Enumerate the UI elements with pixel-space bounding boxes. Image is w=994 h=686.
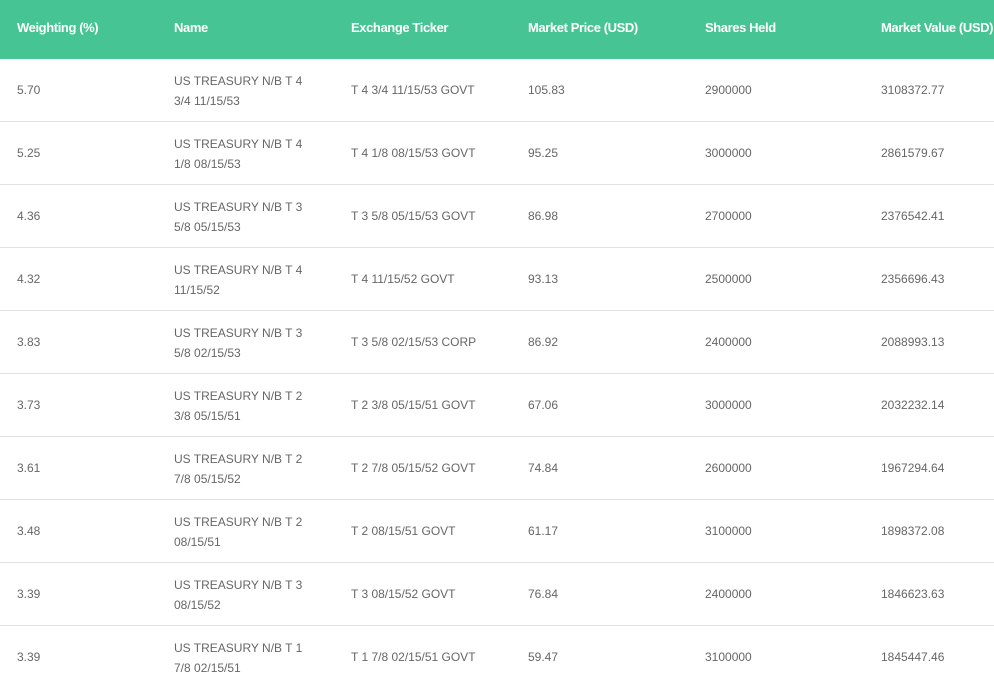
ticker-cell: T 4 1/8 08/15/53 GOVT [351, 146, 476, 160]
weighting-cell: 4.32 [17, 272, 41, 286]
name-line-2: 7/8 02/15/51 [174, 661, 241, 675]
table-row: 3.83 US TREASURY N/B T 3 5/8 02/15/53 T 3 5… [0, 311, 994, 374]
name-cell: US TREASURY N/B T 2 08/15/51 [174, 512, 314, 552]
column-header-market-price[interactable]: Market Price (USD) [528, 0, 638, 59]
table-header: Weighting (%) Name Exchange Ticker Marke… [0, 0, 994, 59]
market-price-cell: 105.83 [528, 83, 565, 97]
name-cell: US TREASURY N/B T 3 08/15/52 [174, 575, 314, 615]
ticker-cell: T 2 3/8 05/15/51 GOVT [351, 398, 476, 412]
shares-held-cell: 3100000 [705, 524, 752, 538]
name-line-1: US TREASURY N/B T 2 [174, 515, 303, 529]
name-line-1: US TREASURY N/B T 3 [174, 578, 303, 592]
name-cell: US TREASURY N/B T 2 3/8 05/15/51 [174, 386, 314, 426]
weighting-cell: 3.39 [17, 587, 41, 601]
ticker-cell: T 4 3/4 11/15/53 GOVT [351, 83, 475, 97]
name-line-1: US TREASURY N/B T 3 [174, 326, 303, 340]
table-body: 5.70 US TREASURY N/B T 4 3/4 11/15/53 T 4 3… [0, 59, 994, 686]
market-value-cell: 1898372.08 [881, 524, 945, 538]
table-row: 3.73 US TREASURY N/B T 2 3/8 05/15/51 T 2 3… [0, 374, 994, 437]
market-price-cell: 86.98 [528, 209, 559, 223]
market-price-cell: 61.17 [528, 524, 559, 538]
shares-held-cell: 2400000 [705, 587, 752, 601]
weighting-cell: 3.39 [17, 650, 41, 664]
holdings-table: Weighting (%) Name Exchange Ticker Marke… [0, 0, 994, 686]
shares-held-cell: 2700000 [705, 209, 752, 223]
weighting-cell: 5.25 [17, 146, 41, 160]
shares-held-cell: 3000000 [705, 398, 752, 412]
weighting-cell: 5.70 [17, 83, 41, 97]
name-line-2: 3/8 05/15/51 [174, 409, 241, 423]
shares-held-cell: 2600000 [705, 461, 752, 475]
weighting-cell: 3.61 [17, 461, 41, 475]
name-cell: US TREASURY N/B T 2 7/8 05/15/52 [174, 449, 314, 489]
market-price-cell: 95.25 [528, 146, 559, 160]
column-header-name[interactable]: Name [174, 0, 208, 59]
name-line-2: 1/8 08/15/53 [174, 157, 241, 171]
table-row: 5.70 US TREASURY N/B T 4 3/4 11/15/53 T 4 3… [0, 59, 994, 122]
shares-held-cell: 3000000 [705, 146, 752, 160]
name-line-1: US TREASURY N/B T 4 [174, 263, 303, 277]
ticker-cell: T 3 08/15/52 GOVT [351, 587, 456, 601]
weighting-cell: 3.73 [17, 398, 41, 412]
name-line-2: 3/4 11/15/53 [174, 94, 240, 108]
market-price-cell: 86.92 [528, 335, 559, 349]
market-value-cell: 2356696.43 [881, 272, 945, 286]
market-value-cell: 2088993.13 [881, 335, 945, 349]
name-line-1: US TREASURY N/B T 3 [174, 200, 303, 214]
ticker-cell: T 1 7/8 02/15/51 GOVT [351, 650, 476, 664]
weighting-cell: 3.48 [17, 524, 41, 538]
name-line-1: US TREASURY N/B T 4 [174, 137, 303, 151]
ticker-cell: T 4 11/15/52 GOVT [351, 272, 455, 286]
name-line-2: 5/8 05/15/53 [174, 220, 241, 234]
table-row: 4.32 US TREASURY N/B T 4 11/15/52 T 4 11/15… [0, 248, 994, 311]
shares-held-cell: 2500000 [705, 272, 752, 286]
column-header-market-value[interactable]: Market Value (USD) [881, 0, 993, 59]
weighting-cell: 3.83 [17, 335, 41, 349]
market-value-cell: 2376542.41 [881, 209, 945, 223]
market-value-cell: 2032232.14 [881, 398, 945, 412]
name-cell: US TREASURY N/B T 4 11/15/52 [174, 260, 314, 300]
name-line-1: US TREASURY N/B T 2 [174, 452, 303, 466]
market-price-cell: 76.84 [528, 587, 559, 601]
name-cell: US TREASURY N/B T 4 3/4 11/15/53 [174, 71, 314, 111]
shares-held-cell: 2400000 [705, 335, 752, 349]
table-row: 3.39 US TREASURY N/B T 1 7/8 02/15/51 T 1 7… [0, 626, 994, 686]
ticker-cell: T 3 5/8 05/15/53 GOVT [351, 209, 476, 223]
name-cell: US TREASURY N/B T 3 5/8 05/15/53 [174, 197, 314, 237]
table-row: 5.25 US TREASURY N/B T 4 1/8 08/15/53 T 4 1… [0, 122, 994, 185]
name-cell: US TREASURY N/B T 4 1/8 08/15/53 [174, 134, 314, 174]
name-line-1: US TREASURY N/B T 2 [174, 389, 303, 403]
name-line-2: 08/15/52 [174, 598, 221, 612]
ticker-cell: T 2 7/8 05/15/52 GOVT [351, 461, 476, 475]
market-value-cell: 2861579.67 [881, 146, 945, 160]
column-header-exchange-ticker[interactable]: Exchange Ticker [351, 0, 448, 59]
market-price-cell: 59.47 [528, 650, 559, 664]
market-value-cell: 1845447.46 [881, 650, 945, 664]
table-row: 3.39 US TREASURY N/B T 3 08/15/52 T 3 08/15… [0, 563, 994, 626]
ticker-cell: T 3 5/8 02/15/53 CORP [351, 335, 477, 349]
name-line-1: US TREASURY N/B T 1 [174, 641, 303, 655]
ticker-cell: T 2 08/15/51 GOVT [351, 524, 456, 538]
market-value-cell: 1967294.64 [881, 461, 945, 475]
column-header-shares-held[interactable]: Shares Held [705, 0, 776, 59]
name-line-2: 7/8 05/15/52 [174, 472, 241, 486]
name-cell: US TREASURY N/B T 3 5/8 02/15/53 [174, 323, 314, 363]
market-value-cell: 1846623.63 [881, 587, 945, 601]
name-line-2: 08/15/51 [174, 535, 221, 549]
name-line-2: 11/15/52 [174, 283, 220, 297]
market-price-cell: 74.84 [528, 461, 559, 475]
shares-held-cell: 3100000 [705, 650, 752, 664]
name-line-2: 5/8 02/15/53 [174, 346, 241, 360]
market-price-cell: 67.06 [528, 398, 559, 412]
weighting-cell: 4.36 [17, 209, 41, 223]
table-row: 4.36 US TREASURY N/B T 3 5/8 05/15/53 T 3 5… [0, 185, 994, 248]
column-header-weighting[interactable]: Weighting (%) [17, 0, 99, 59]
market-price-cell: 93.13 [528, 272, 559, 286]
table-row: 3.61 US TREASURY N/B T 2 7/8 05/15/52 T 2 7… [0, 437, 994, 500]
name-line-1: US TREASURY N/B T 4 [174, 74, 303, 88]
shares-held-cell: 2900000 [705, 83, 752, 97]
name-cell: US TREASURY N/B T 1 7/8 02/15/51 [174, 638, 314, 678]
market-value-cell: 3108372.77 [881, 83, 945, 97]
table-row: 3.48 US TREASURY N/B T 2 08/15/51 T 2 08/15… [0, 500, 994, 563]
